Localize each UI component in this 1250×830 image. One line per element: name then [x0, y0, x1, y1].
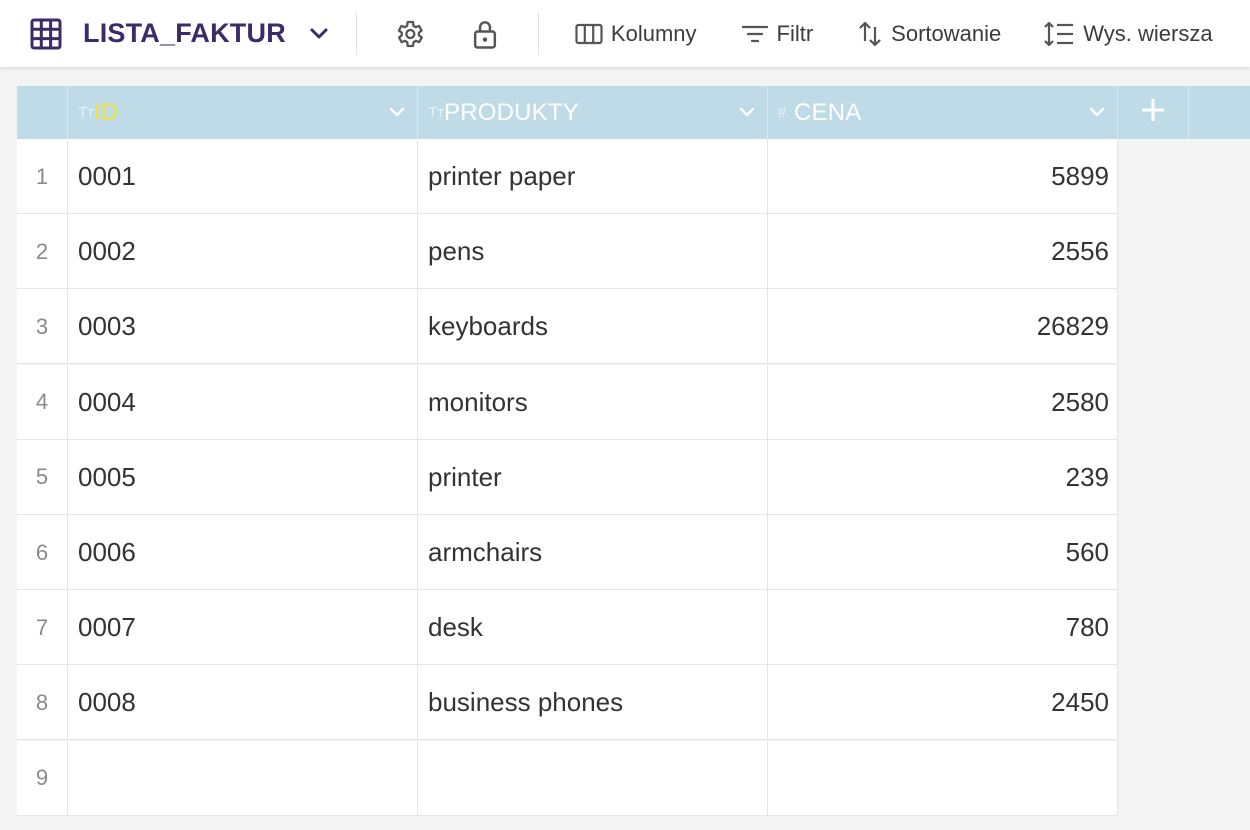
cell-cena[interactable] [768, 740, 1118, 816]
toolbar: LISTA_FAKTUR Kolumny Filtr Sortowanie Wy… [0, 0, 1250, 67]
table-row: 2 0002 pens 2556 [17, 214, 1118, 290]
grid-icon [30, 18, 62, 50]
cell-cena[interactable]: 780 [768, 590, 1118, 666]
cell-produkty[interactable]: monitors [418, 364, 768, 440]
text-type-icon: Tт [428, 104, 445, 121]
cell-cena[interactable]: 26829 [768, 289, 1118, 365]
grid-header: Tт ID Tт PRODUKTY # CENA [17, 86, 1250, 139]
row-number-header [17, 86, 68, 139]
table-row: 5 0005 printer 239 [17, 439, 1118, 515]
chevron-down-icon[interactable] [306, 21, 332, 47]
cell-produkty[interactable]: desk [418, 590, 768, 666]
filter-icon [741, 23, 769, 45]
cell-cena[interactable]: 2580 [768, 364, 1118, 440]
column-header-id[interactable]: Tт ID [68, 86, 418, 139]
cell-cena[interactable]: 2450 [768, 665, 1118, 741]
column-header-label: ID [94, 98, 119, 126]
cell-id[interactable]: 0005 [68, 439, 418, 515]
columns-icon [575, 23, 603, 45]
toolbar-divider [355, 12, 357, 55]
sort-button[interactable]: Sortowanie [857, 14, 1001, 54]
toolbar-divider [537, 12, 539, 55]
cell-id[interactable]: 0002 [68, 214, 418, 290]
column-header-produkty[interactable]: Tт PRODUKTY [418, 86, 768, 139]
cell-produkty[interactable]: printer [418, 439, 768, 515]
table-title[interactable]: LISTA_FAKTUR [83, 18, 286, 49]
cell-id[interactable]: 0007 [68, 590, 418, 666]
number-type-icon: # [778, 104, 787, 121]
row-number: 5 [17, 439, 68, 515]
cell-id[interactable]: 0004 [68, 364, 418, 440]
filter-button[interactable]: Filtr [741, 14, 814, 54]
row-number: 4 [17, 364, 68, 440]
table-row: 9 [17, 740, 1118, 816]
table-row: 6 0006 armchairs 560 [17, 515, 1118, 590]
row-number: 2 [17, 214, 68, 290]
row-number: 9 [17, 740, 68, 816]
column-header-label: CENA [794, 98, 862, 126]
cell-id[interactable]: 0001 [68, 139, 418, 214]
filter-button-label: Filtr [776, 20, 814, 46]
column-header-cena[interactable]: # CENA [768, 86, 1118, 139]
row-number: 1 [17, 139, 68, 214]
text-type-icon: Tт [78, 104, 95, 121]
sort-arrows-icon [857, 19, 883, 49]
cell-produkty[interactable]: armchairs [418, 515, 768, 590]
cell-id[interactable]: 0008 [68, 665, 418, 741]
table-row: 7 0007 desk 780 [17, 590, 1118, 666]
table-title-group: LISTA_FAKTUR [0, 0, 332, 67]
columns-button-label: Kolumny [610, 20, 697, 46]
chevron-down-icon[interactable] [1085, 100, 1109, 124]
table-row: 3 0003 keyboards 26829 [17, 289, 1118, 365]
cell-produkty[interactable]: pens [418, 214, 768, 290]
sort-button-label: Sortowanie [891, 20, 1002, 46]
row-height-icon [1043, 20, 1075, 48]
cell-cena[interactable]: 5899 [768, 139, 1118, 214]
cell-id[interactable]: 0003 [68, 289, 418, 365]
cell-produkty[interactable] [418, 740, 768, 816]
chevron-down-icon[interactable] [735, 100, 759, 124]
row-number: 7 [17, 590, 68, 666]
chevron-down-icon[interactable] [385, 100, 409, 124]
table-row: 4 0004 monitors 2580 [17, 364, 1118, 440]
row-number: 6 [17, 515, 68, 590]
cell-cena[interactable]: 239 [768, 439, 1118, 515]
cell-id[interactable]: 0006 [68, 515, 418, 590]
row-number: 8 [17, 665, 68, 741]
columns-button[interactable]: Kolumny [575, 14, 697, 54]
row-number: 3 [17, 289, 68, 365]
table-row: 8 0008 business phones 2450 [17, 665, 1118, 741]
plus-icon [1140, 97, 1166, 128]
table-row: 1 0001 printer paper 5899 [17, 139, 1118, 214]
row-height-button[interactable]: Wys. wiersza [1043, 14, 1213, 54]
cell-produkty[interactable]: business phones [418, 665, 768, 741]
cell-produkty[interactable]: printer paper [418, 139, 768, 214]
cell-produkty[interactable]: keyboards [418, 289, 768, 365]
column-header-label: PRODUKTY [444, 98, 579, 126]
gear-icon[interactable] [391, 16, 427, 52]
cell-id[interactable] [68, 740, 418, 816]
add-column-button[interactable] [1118, 86, 1189, 139]
cell-cena[interactable]: 560 [768, 515, 1118, 590]
lock-icon[interactable] [467, 16, 503, 52]
row-height-button-label: Wys. wiersza [1083, 20, 1213, 46]
cell-cena[interactable]: 2556 [768, 214, 1118, 290]
